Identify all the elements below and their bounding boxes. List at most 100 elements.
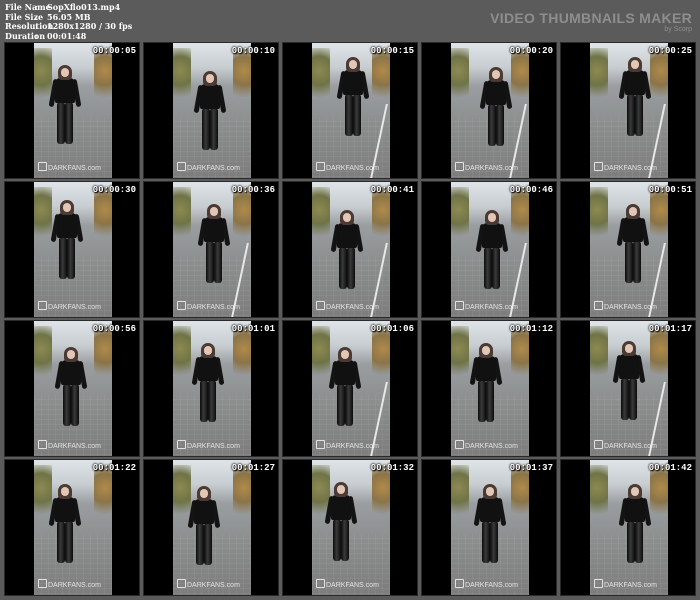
watermark: DARKFANS.com bbox=[594, 162, 657, 172]
person-figure bbox=[475, 210, 509, 290]
watermark: DARKFANS.com bbox=[38, 579, 101, 589]
watermark: DARKFANS.com bbox=[594, 301, 657, 311]
thumbnail-grid: 00:00:05 DARKFANS.com 00:00:10 DARKFANS.… bbox=[4, 42, 696, 596]
tree-image bbox=[451, 48, 469, 106]
timestamp: 00:01:32 bbox=[370, 463, 414, 473]
person-figure bbox=[191, 343, 225, 423]
watermark-text: DARKFANS.com bbox=[326, 582, 379, 589]
watermark-icon bbox=[316, 162, 325, 171]
watermark-icon bbox=[177, 162, 186, 171]
watermark-text: DARKFANS.com bbox=[604, 304, 657, 311]
tree-image bbox=[650, 326, 668, 384]
watermark: DARKFANS.com bbox=[316, 440, 379, 450]
timestamp: 00:00:05 bbox=[92, 46, 136, 56]
video-thumbnail: 00:00:41 DARKFANS.com bbox=[282, 181, 418, 318]
frame-image bbox=[590, 43, 668, 178]
video-thumbnail: 00:00:25 DARKFANS.com bbox=[560, 42, 696, 179]
timestamp: 00:01:42 bbox=[648, 463, 692, 473]
watermark: DARKFANS.com bbox=[177, 440, 240, 450]
watermark: DARKFANS.com bbox=[38, 301, 101, 311]
tree-image bbox=[312, 48, 330, 106]
frame-image bbox=[590, 321, 668, 456]
tree-image bbox=[233, 48, 251, 106]
watermark: DARKFANS.com bbox=[594, 579, 657, 589]
timestamp: 00:00:20 bbox=[509, 46, 553, 56]
brand-subtitle: by Scorp bbox=[664, 26, 692, 33]
watermark-icon bbox=[455, 579, 464, 588]
watermark-icon bbox=[455, 162, 464, 171]
watermark-icon bbox=[38, 440, 47, 449]
tree-image bbox=[511, 465, 529, 523]
info-header: File Name : SopXflo013.mp4 File Size : 5… bbox=[0, 0, 700, 42]
watermark: DARKFANS.com bbox=[594, 440, 657, 450]
watermark: DARKFANS.com bbox=[455, 440, 518, 450]
tree-image bbox=[34, 326, 52, 384]
video-thumbnail: 00:01:32 DARKFANS.com bbox=[282, 459, 418, 596]
watermark-icon bbox=[594, 301, 603, 310]
timestamp: 00:00:51 bbox=[648, 185, 692, 195]
watermark-text: DARKFANS.com bbox=[465, 304, 518, 311]
watermark: DARKFANS.com bbox=[316, 162, 379, 172]
watermark-icon bbox=[177, 440, 186, 449]
video-thumbnail: 00:01:06 DARKFANS.com bbox=[282, 320, 418, 457]
watermark-icon bbox=[594, 579, 603, 588]
info-value: 00:01:48 bbox=[47, 30, 87, 41]
video-thumbnail: 00:01:42 DARKFANS.com bbox=[560, 459, 696, 596]
watermark-icon bbox=[316, 440, 325, 449]
video-thumbnail: 00:01:01 DARKFANS.com bbox=[143, 320, 279, 457]
watermark-icon bbox=[38, 162, 47, 171]
frame-image bbox=[590, 460, 668, 595]
tree-image bbox=[590, 48, 608, 106]
tree-image bbox=[590, 465, 608, 523]
frame-image bbox=[34, 460, 112, 595]
frame-image bbox=[312, 321, 390, 456]
video-thumbnail: 00:00:05 DARKFANS.com bbox=[4, 42, 140, 179]
watermark-icon bbox=[455, 440, 464, 449]
tree-image bbox=[511, 48, 529, 106]
watermark-icon bbox=[177, 579, 186, 588]
timestamp: 00:01:37 bbox=[509, 463, 553, 473]
frame-image bbox=[451, 460, 529, 595]
watermark-text: DARKFANS.com bbox=[187, 304, 240, 311]
frame-image bbox=[173, 460, 251, 595]
person-figure bbox=[54, 347, 88, 427]
frame-image bbox=[451, 43, 529, 178]
watermark-text: DARKFANS.com bbox=[604, 165, 657, 172]
timestamp: 00:01:12 bbox=[509, 324, 553, 334]
timestamp: 00:01:06 bbox=[370, 324, 414, 334]
tree-image bbox=[650, 48, 668, 106]
video-thumbnail: 00:00:10 DARKFANS.com bbox=[143, 42, 279, 179]
person-figure bbox=[48, 484, 82, 564]
timestamp: 00:01:17 bbox=[648, 324, 692, 334]
watermark-text: DARKFANS.com bbox=[604, 582, 657, 589]
video-thumbnail: 00:00:46 DARKFANS.com bbox=[421, 181, 557, 318]
watermark: DARKFANS.com bbox=[38, 162, 101, 172]
watermark: DARKFANS.com bbox=[455, 579, 518, 589]
timestamp: 00:00:30 bbox=[92, 185, 136, 195]
watermark: DARKFANS.com bbox=[316, 301, 379, 311]
person-figure bbox=[330, 210, 364, 290]
frame-image bbox=[312, 460, 390, 595]
tree-image bbox=[34, 187, 52, 245]
tree-image bbox=[590, 187, 608, 245]
watermark-text: DARKFANS.com bbox=[326, 443, 379, 450]
person-figure bbox=[473, 484, 507, 564]
watermark-text: DARKFANS.com bbox=[48, 304, 101, 311]
video-thumbnail: 00:01:37 DARKFANS.com bbox=[421, 459, 557, 596]
watermark-text: DARKFANS.com bbox=[187, 165, 240, 172]
watermark: DARKFANS.com bbox=[455, 162, 518, 172]
tree-image bbox=[34, 465, 52, 523]
tree-image bbox=[451, 187, 469, 245]
person-figure bbox=[469, 343, 503, 423]
video-thumbnail: 00:01:12 DARKFANS.com bbox=[421, 320, 557, 457]
video-thumbnail: 00:01:27 DARKFANS.com bbox=[143, 459, 279, 596]
watermark-text: DARKFANS.com bbox=[48, 582, 101, 589]
video-thumbnail: 00:00:51 DARKFANS.com bbox=[560, 181, 696, 318]
watermark-icon bbox=[38, 301, 47, 310]
info-label: Duration bbox=[5, 30, 46, 41]
tree-image bbox=[372, 465, 390, 523]
video-thumbnail: 00:00:36 DARKFANS.com bbox=[143, 181, 279, 318]
person-figure bbox=[616, 204, 650, 284]
tree-image bbox=[233, 187, 251, 245]
tree-image bbox=[312, 187, 330, 245]
